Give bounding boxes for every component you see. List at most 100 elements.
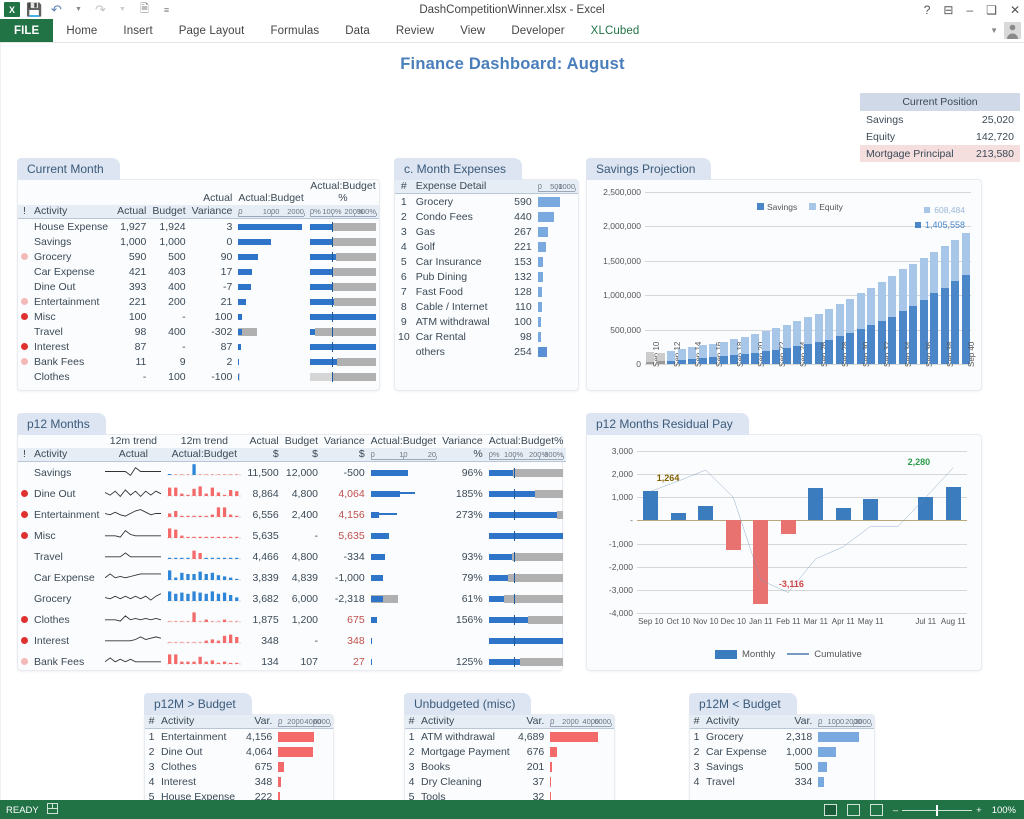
- table-row: Interest348-348: [18, 630, 566, 651]
- tab-data[interactable]: Data: [332, 19, 383, 42]
- row-variance: 5,635: [338, 530, 364, 542]
- redo-icon[interactable]: ↷: [93, 2, 108, 17]
- undo-icon[interactable]: ↶: [49, 2, 64, 17]
- zoom-out-icon[interactable]: –: [893, 805, 898, 816]
- close-icon[interactable]: ✕: [1010, 3, 1020, 17]
- row-number: 1: [694, 731, 700, 743]
- row-number: 3: [694, 761, 700, 773]
- bullet-actual-budget: [238, 372, 304, 382]
- row-activity: Car Expense: [34, 266, 95, 278]
- bullet-actual-budget: [371, 489, 436, 499]
- tab-file[interactable]: FILE: [0, 19, 53, 42]
- th-actual-top: Actual: [189, 180, 236, 205]
- variance-bar: [818, 762, 871, 772]
- page-break-preview-icon[interactable]: [870, 804, 883, 816]
- panel-tab-residual-pay[interactable]: p12 Months Residual Pay: [586, 413, 749, 435]
- row-budget: 200: [168, 296, 186, 308]
- zoom-level-label[interactable]: 100%: [992, 805, 1016, 816]
- th-actual-budget-pct: Actual:Budget %: [307, 180, 379, 205]
- variance-bar: [550, 732, 611, 742]
- status-dot: [21, 358, 28, 365]
- tab-page-layout[interactable]: Page Layout: [166, 19, 258, 42]
- y-axis-label: 2,000: [612, 469, 637, 479]
- customize-quick-access-icon[interactable]: ≡: [159, 2, 174, 17]
- restore-icon[interactable]: ❑: [986, 3, 997, 17]
- sparkline-actual: [105, 485, 161, 499]
- panel-tab-p12-months[interactable]: p12 Months: [17, 413, 106, 435]
- axis-tick: [296, 723, 297, 726]
- tab-home[interactable]: Home: [53, 19, 110, 42]
- th-actual: Actual: [113, 205, 149, 219]
- save-icon[interactable]: 💾: [27, 2, 42, 17]
- tab-xlcubed[interactable]: XLCubed: [578, 19, 653, 42]
- row-variance: -7: [223, 281, 232, 293]
- tab-review[interactable]: Review: [383, 19, 447, 42]
- zoom-track[interactable]: [902, 810, 972, 811]
- row-variance-pct: 125%: [456, 656, 483, 668]
- new-document-icon[interactable]: 🗎: [137, 2, 152, 17]
- bullet-actual-budget-pct: [310, 312, 376, 322]
- status-dot: [21, 658, 28, 665]
- ribbon-display-options-icon[interactable]: ⊟: [943, 3, 953, 17]
- panel-tab-month-expenses[interactable]: c. Month Expenses: [394, 158, 522, 180]
- row-activity: Misc: [34, 311, 56, 323]
- tab-insert[interactable]: Insert: [110, 19, 165, 42]
- chart-bar: [793, 192, 801, 364]
- chart-bar: [772, 192, 780, 364]
- panel-tab-under-budget[interactable]: p12M < Budget: [689, 693, 797, 715]
- row-actual: 98: [135, 326, 147, 338]
- axis-tick-label: 6000: [313, 717, 330, 726]
- chart-bar: [878, 192, 886, 364]
- variance-bar: [278, 732, 330, 742]
- axis-tick: [403, 456, 404, 459]
- tab-view[interactable]: View: [447, 19, 498, 42]
- user-account-avatar[interactable]: [1004, 22, 1021, 39]
- row-budget: -: [182, 341, 186, 353]
- panel-tab-current-month[interactable]: Current Month: [17, 158, 120, 180]
- table-row: 1ATM withdrawal4,689: [405, 729, 614, 745]
- th-variance-pct: Variance: [439, 435, 486, 448]
- minimize-icon[interactable]: –: [966, 3, 973, 17]
- row-number: 10: [398, 331, 410, 343]
- page-layout-view-icon[interactable]: [847, 804, 860, 816]
- zoom-thumb[interactable]: [936, 805, 938, 816]
- help-icon[interactable]: ?: [924, 3, 931, 17]
- status-dot: [21, 343, 28, 350]
- sparkline-actual: [105, 506, 161, 520]
- axis-tick: [376, 213, 377, 216]
- redo-dropdown-icon[interactable]: ▼: [115, 2, 130, 17]
- th-scale-expenses: 05001000: [535, 180, 578, 194]
- table-row: others254: [395, 344, 578, 359]
- zoom-in-icon[interactable]: +: [976, 805, 982, 816]
- variance-bar: [278, 777, 330, 787]
- row-activity: Savings: [34, 467, 71, 479]
- normal-view-icon[interactable]: [824, 804, 837, 816]
- axis-tick-label: 3000: [854, 717, 871, 726]
- sparkline-actual-budget: [167, 632, 241, 647]
- tab-formulas[interactable]: Formulas: [257, 19, 332, 42]
- y-axis-label: 0: [636, 359, 645, 369]
- panel-tab-unbudgeted[interactable]: Unbudgeted (misc): [404, 693, 531, 715]
- panel-tab-over-budget[interactable]: p12M > Budget: [144, 693, 252, 715]
- row-label: Clothes: [161, 761, 197, 773]
- row-value: 37: [533, 776, 545, 788]
- row-variance: 21: [221, 296, 233, 308]
- undo-dropdown-icon[interactable]: ▼: [71, 2, 86, 17]
- over-budget-table: # Activity Var. 0200040006000 1Entertain…: [145, 715, 333, 804]
- current-position-row: Equity 142,720: [860, 128, 1020, 145]
- row-activity: Savings: [34, 236, 71, 248]
- th-var: Var.: [243, 715, 275, 729]
- row-value: 254: [514, 346, 532, 358]
- sparkline-actual-budget: [167, 611, 241, 626]
- row-label: ATM withdrawal: [421, 731, 495, 743]
- tab-developer[interactable]: Developer: [498, 19, 577, 42]
- bullet-actual-budget: [371, 657, 436, 667]
- zoom-slider[interactable]: – +: [893, 805, 982, 816]
- panel-tab-savings-projection[interactable]: Savings Projection: [586, 158, 711, 180]
- chevron-down-icon[interactable]: ▼: [990, 26, 998, 35]
- row-value: 153: [514, 256, 532, 268]
- row-activity: Clothes: [34, 614, 70, 626]
- macro-record-icon[interactable]: [47, 803, 58, 817]
- row-number: 1: [401, 196, 407, 208]
- table-row: Clothes1,8751,200675156%: [18, 609, 566, 630]
